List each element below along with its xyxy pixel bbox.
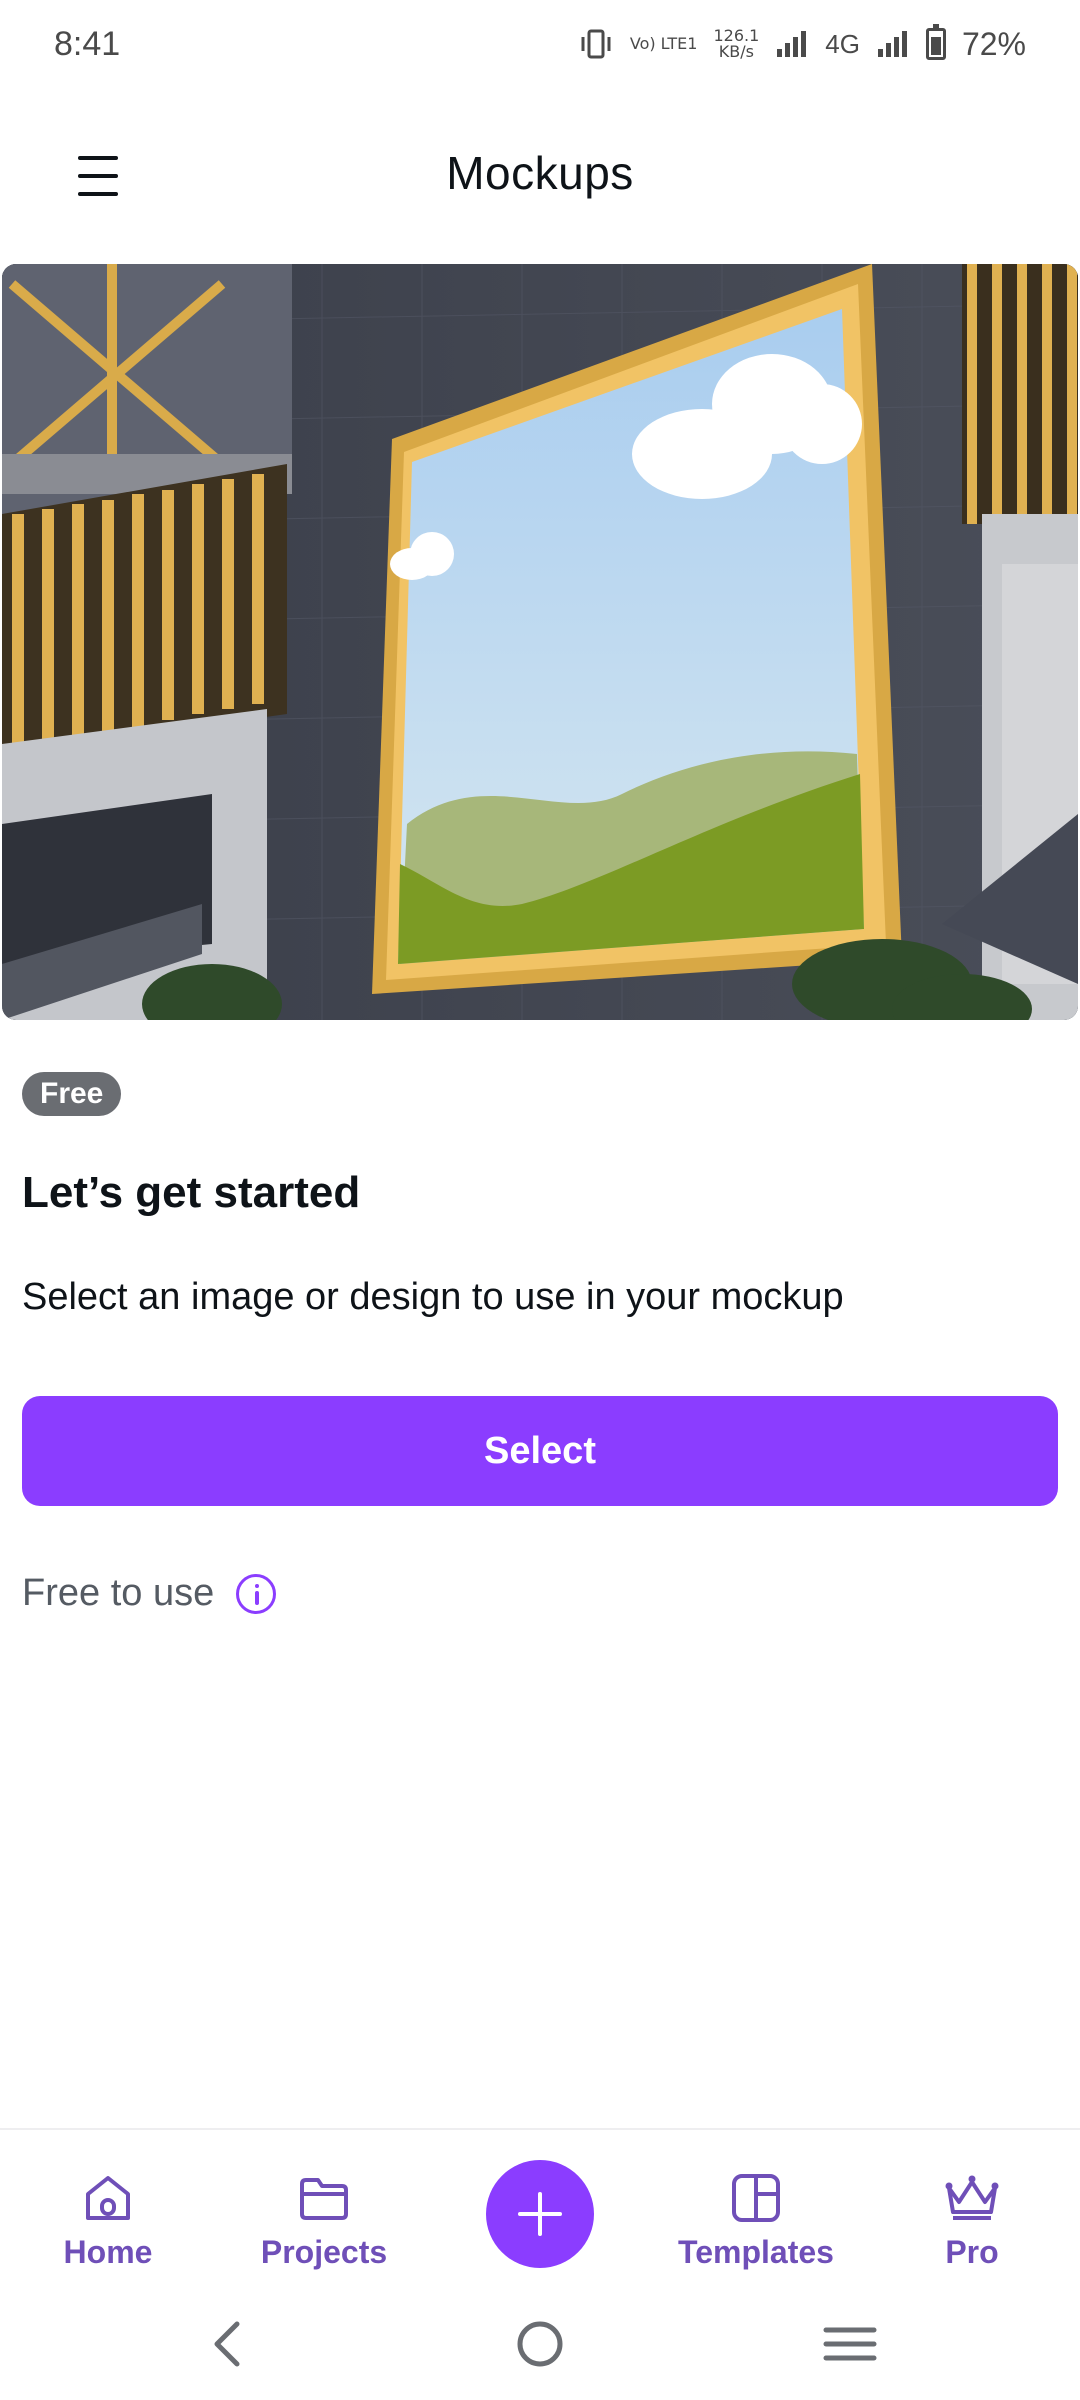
nav-templates[interactable]: Templates	[666, 2172, 846, 2271]
nav-projects[interactable]: Projects	[234, 2172, 414, 2271]
free-to-use-label: Free to use	[22, 1572, 215, 1614]
volte-label: Vo) LTE1	[629, 34, 698, 53]
signal-icon	[777, 31, 807, 57]
network-type: 4G	[825, 28, 860, 59]
home-icon	[86, 2176, 130, 2220]
mockup-preview-image	[2, 264, 1078, 1020]
nav-pro[interactable]: Pro	[882, 2172, 1062, 2271]
network-speed: 126.1 KB/s	[713, 28, 759, 60]
home-circle-icon[interactable]	[505, 2314, 575, 2374]
status-bar: 8:41 Vo) LTE1 126.1 KB/s 4G 72%	[0, 0, 1080, 88]
nav-pro-label: Pro	[945, 2234, 999, 2270]
nav-projects-label: Projects	[260, 2234, 388, 2270]
status-icons: Vo) LTE1 126.1 KB/s 4G 72%	[578, 24, 1026, 63]
folder-icon	[300, 2178, 348, 2220]
back-icon[interactable]	[192, 2314, 262, 2374]
section-description: Select an image or design to use in your…	[22, 1276, 844, 1318]
speed-unit: KB/s	[718, 42, 754, 61]
billboard-mockup-image	[2, 264, 1078, 1020]
section-heading: Let’s get started	[22, 1168, 361, 1217]
vibrate-icon	[581, 29, 611, 59]
app-header: Mockups	[0, 120, 1080, 230]
crown-icon	[945, 2175, 999, 2220]
templates-icon	[732, 2174, 780, 2222]
page-title: Mockups	[446, 147, 634, 199]
nav-home-label: Home	[63, 2234, 153, 2270]
free-badge: Free	[22, 1072, 122, 1116]
info-icon[interactable]	[236, 1573, 277, 1614]
system-navigation-bar	[0, 2290, 1080, 2400]
select-button[interactable]: Select	[22, 1396, 1058, 1506]
plus-icon	[518, 2192, 562, 2236]
battery-percent: 72%	[961, 25, 1026, 62]
free-to-use-row: Free to use	[22, 1572, 277, 1615]
bottom-navigation: Home Projects Templates Pro	[0, 2128, 1080, 2271]
nav-home[interactable]: Home	[18, 2172, 198, 2271]
status-time: 8:41	[54, 24, 121, 63]
recents-menu-icon[interactable]	[815, 2314, 885, 2374]
battery-icon	[925, 24, 946, 60]
nav-templates-label: Templates	[678, 2234, 834, 2270]
create-fab[interactable]	[486, 2160, 594, 2268]
signal-icon-2	[877, 31, 907, 57]
